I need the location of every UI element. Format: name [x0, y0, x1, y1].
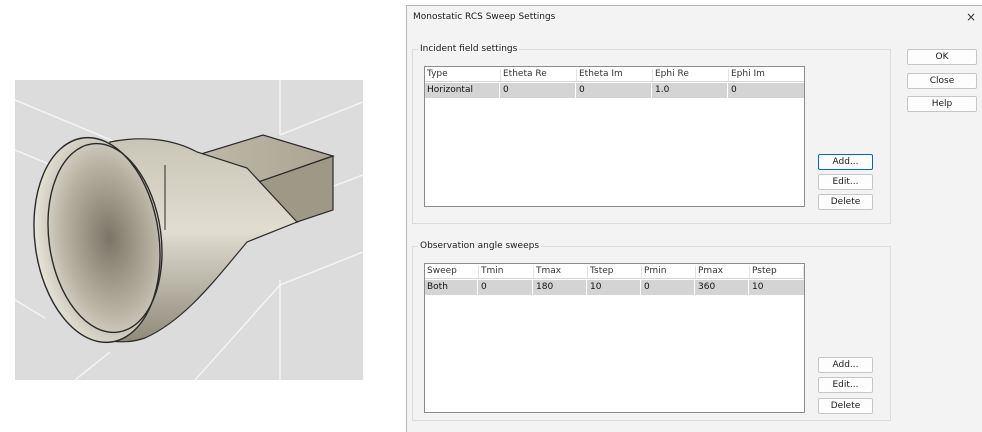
- table-cell: 360: [698, 282, 716, 292]
- column-header[interactable]: Type: [425, 69, 501, 81]
- cell-divider: [651, 83, 652, 98]
- close-button[interactable]: Close: [907, 73, 977, 89]
- column-header[interactable]: Etheta Re: [501, 69, 577, 81]
- table-cell: Both: [427, 282, 448, 292]
- observation-group-label: Observation angle sweeps: [418, 241, 542, 251]
- close-icon[interactable]: ×: [964, 10, 978, 24]
- column-header[interactable]: Pmin: [642, 266, 696, 278]
- incident-list-header: Type Etheta Re Etheta Im Ephi Re Ephi Im: [425, 67, 804, 82]
- title-bar[interactable]: Monostatic RCS Sweep Settings ×: [407, 6, 982, 28]
- table-row[interactable]: Horizontal 0 0 1.0 0: [425, 83, 804, 98]
- cell-divider: [575, 83, 576, 98]
- incident-edit-button[interactable]: Edit...: [818, 174, 873, 190]
- column-header[interactable]: Tmax: [534, 266, 588, 278]
- cell-divider: [694, 280, 695, 295]
- column-header[interactable]: Tmin: [479, 266, 534, 278]
- incident-group-label: Incident field settings: [418, 44, 520, 54]
- cell-divider: [727, 83, 728, 98]
- rcs-sweep-dialog: Monostatic RCS Sweep Settings × Incident…: [406, 5, 982, 432]
- model-viewport[interactable]: [15, 80, 363, 380]
- dialog-title: Monostatic RCS Sweep Settings: [413, 12, 556, 22]
- cell-divider: [586, 280, 587, 295]
- table-cell: 0: [481, 282, 487, 292]
- table-cell: 180: [536, 282, 554, 292]
- cell-divider: [748, 280, 749, 295]
- table-cell: 10: [590, 282, 602, 292]
- column-header[interactable]: Pmax: [696, 266, 750, 278]
- observation-list-header: Sweep Tmin Tmax Tstep Pmin Pmax Pstep: [425, 264, 804, 279]
- table-cell: 0: [644, 282, 650, 292]
- observation-sweeps-group: Observation angle sweeps Sweep Tmin Tmax…: [412, 241, 891, 421]
- observation-add-button[interactable]: Add...: [818, 357, 873, 373]
- cell-divider: [477, 280, 478, 295]
- cell-divider: [532, 280, 533, 295]
- incident-add-button[interactable]: Add...: [818, 154, 873, 170]
- table-cell: Horizontal: [427, 85, 473, 95]
- help-button[interactable]: Help: [907, 96, 977, 112]
- table-cell: 0: [579, 85, 585, 95]
- column-header[interactable]: Ephi Re: [653, 69, 729, 81]
- column-header[interactable]: Etheta Im: [577, 69, 653, 81]
- observation-list[interactable]: Sweep Tmin Tmax Tstep Pmin Pmax Pstep Bo…: [424, 263, 805, 413]
- cell-divider: [640, 280, 641, 295]
- horn-antenna-model: [15, 80, 363, 380]
- table-row[interactable]: Both 0 180 10 0 360 10: [425, 280, 804, 295]
- column-header[interactable]: Sweep: [425, 266, 479, 278]
- table-cell: 1.0: [655, 85, 670, 95]
- column-header[interactable]: Tstep: [588, 266, 642, 278]
- incident-delete-button[interactable]: Delete: [818, 194, 873, 210]
- table-cell: 0: [731, 85, 737, 95]
- observation-edit-button[interactable]: Edit...: [818, 377, 873, 393]
- ok-button[interactable]: OK: [907, 49, 977, 65]
- observation-delete-button[interactable]: Delete: [818, 398, 873, 414]
- column-header[interactable]: Ephi Im: [729, 69, 804, 81]
- cell-divider: [499, 83, 500, 98]
- table-cell: 10: [752, 282, 764, 292]
- table-cell: 0: [503, 85, 509, 95]
- incident-field-group: Incident field settings Type Etheta Re E…: [412, 44, 891, 224]
- column-header[interactable]: Pstep: [750, 266, 804, 278]
- incident-list[interactable]: Type Etheta Re Etheta Im Ephi Re Ephi Im…: [424, 66, 805, 207]
